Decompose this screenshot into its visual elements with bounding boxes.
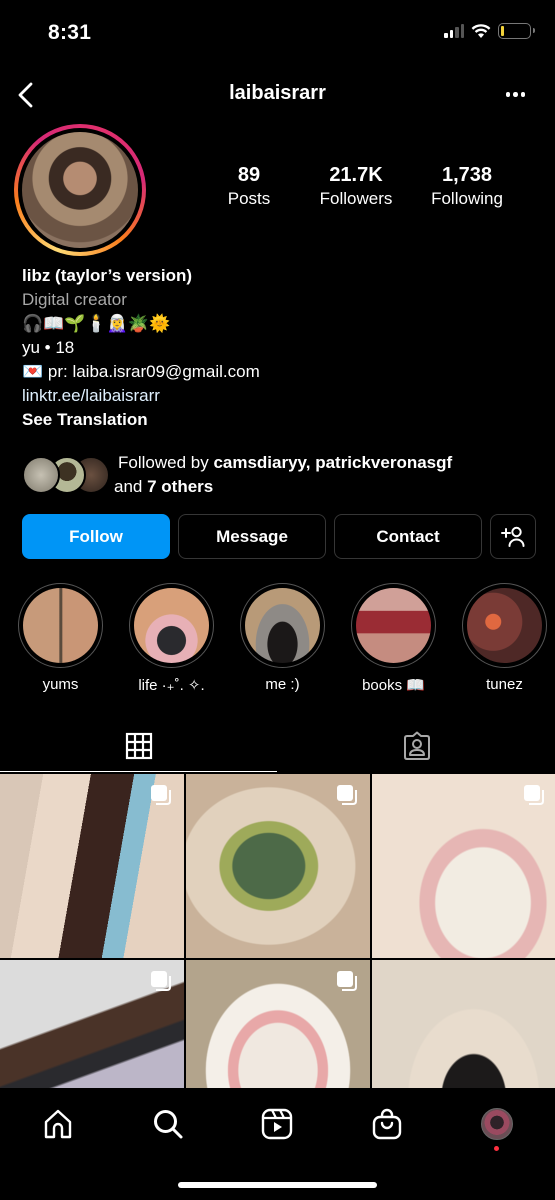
profile-bio: libz (taylor’s version) Digital creator … — [22, 264, 542, 432]
more-options-button[interactable] — [505, 92, 525, 97]
display-name: libz (taylor’s version) — [22, 266, 193, 285]
nav-home[interactable] — [40, 1106, 76, 1142]
tab-tagged[interactable] — [278, 720, 555, 772]
highlight-books[interactable]: books 📖 — [351, 583, 436, 694]
post-thumbnail[interactable] — [372, 774, 555, 958]
post-thumbnail[interactable] — [186, 774, 370, 958]
cellular-signal-icon — [444, 24, 464, 38]
nav-search[interactable] — [150, 1106, 186, 1142]
username-title: laibaisrarr — [229, 82, 326, 104]
ellipsis-icon — [505, 92, 510, 97]
avatar — [22, 456, 60, 494]
nav-reels[interactable] — [259, 1106, 295, 1142]
followers-count[interactable]: 21.7K Followers — [293, 163, 419, 211]
home-icon — [44, 1109, 72, 1139]
notification-dot — [494, 1146, 499, 1151]
see-translation-link[interactable]: See Translation — [22, 408, 542, 432]
profile-actions: Follow Message Contact — [22, 514, 536, 559]
profile-stats: 89 Posts 21.7K Followers 1,738 Following — [205, 163, 515, 211]
tab-posts-grid[interactable] — [0, 720, 277, 772]
follow-button[interactable]: Follow — [22, 514, 170, 559]
status-icons — [444, 23, 535, 39]
post-thumbnail[interactable] — [0, 774, 184, 958]
suggested-accounts-button[interactable] — [490, 514, 536, 559]
profile-avatar — [22, 132, 138, 248]
bio-link[interactable]: linktr.ee/laibaisrarr — [22, 384, 542, 408]
battery-low-icon — [498, 23, 535, 39]
status-bar: 8:31 — [0, 0, 555, 66]
highlight-yums[interactable]: yums — [18, 583, 103, 694]
contact-button[interactable]: Contact — [334, 514, 482, 559]
multiple-photos-icon — [524, 785, 544, 805]
status-time: 8:31 — [48, 21, 92, 44]
highlight-cover — [356, 588, 431, 663]
bio-age-line: yu • 18 — [22, 338, 75, 357]
shopping-bag-icon — [372, 1108, 402, 1140]
profile-avatar-story-ring[interactable] — [14, 124, 146, 256]
highlight-life[interactable]: life ·₊˚. ✧. — [129, 583, 214, 694]
highlight-cover — [134, 588, 209, 663]
mutual-followers[interactable]: Followed by camsdiaryy, patrickveronasgf… — [22, 450, 542, 500]
highlight-cover — [23, 588, 98, 663]
message-button[interactable]: Message — [178, 514, 326, 559]
multiple-photos-icon — [337, 971, 357, 991]
add-person-icon — [501, 526, 525, 547]
reels-icon — [261, 1108, 293, 1140]
highlight-me[interactable]: me :) — [240, 583, 325, 694]
mutual-follower-avatars — [22, 456, 110, 494]
wifi-icon — [471, 23, 491, 38]
profile-tabs — [0, 720, 555, 772]
nav-shop[interactable] — [369, 1106, 405, 1142]
tagged-person-icon — [403, 731, 430, 760]
story-highlights: yums life ·₊˚. ✧. me :) books 📖 tunez — [18, 583, 547, 694]
grid-icon — [125, 732, 152, 759]
highlight-cover — [245, 588, 320, 663]
profile-avatar-icon — [481, 1108, 513, 1140]
highlight-cover — [467, 588, 542, 663]
multiple-photos-icon — [151, 785, 171, 805]
multiple-photos-icon — [151, 971, 171, 991]
nav-profile[interactable] — [479, 1106, 515, 1142]
bio-contact-line: 💌 pr: laiba.israr09@gmail.com — [22, 362, 260, 381]
highlight-tunez[interactable]: tunez — [462, 583, 547, 694]
bio-emoji-line: 🎧📖🌱🕯️🧝‍♀️🪴🌞 — [22, 314, 171, 333]
posts-count[interactable]: 89 Posts — [205, 163, 293, 211]
multiple-photos-icon — [337, 785, 357, 805]
profile-header: laibaisrarr — [0, 70, 555, 120]
home-indicator[interactable] — [178, 1182, 377, 1188]
search-icon — [154, 1110, 183, 1139]
mutual-followers-text: Followed by camsdiaryy, patrickveronasgf… — [114, 453, 453, 496]
following-count[interactable]: 1,738 Following — [419, 163, 515, 211]
category-label: Digital creator — [22, 290, 127, 309]
